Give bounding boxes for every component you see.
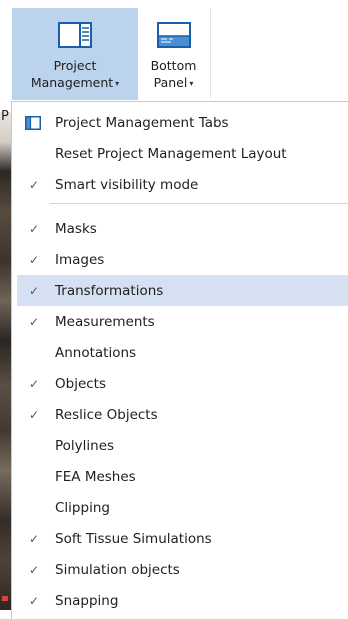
checkmark-icon: ✓ bbox=[28, 376, 40, 391]
menu-item-annotations[interactable]: Annotations bbox=[17, 337, 348, 368]
checkmark-icon: ✓ bbox=[28, 252, 40, 267]
menu-item-simulation-objects[interactable]: ✓ Simulation objects bbox=[17, 554, 348, 585]
checkmark-icon: ✓ bbox=[28, 177, 40, 192]
menu-item-smart-visibility-mode[interactable]: ✓ Smart visibility mode bbox=[17, 169, 348, 200]
bottom-panel-icon bbox=[156, 20, 191, 50]
menu-separator bbox=[50, 203, 348, 204]
menu-item-measurements[interactable]: ✓ Measurements bbox=[17, 306, 348, 337]
project-management-line2: Management bbox=[30, 75, 114, 90]
menu-item-masks[interactable]: ✓ Masks bbox=[17, 213, 348, 244]
menu-item-label: Masks bbox=[55, 220, 97, 237]
menu-item-label: Polylines bbox=[55, 437, 115, 454]
checkmark-icon: ✓ bbox=[28, 531, 40, 546]
menu-item-snapping[interactable]: ✓ Snapping bbox=[17, 585, 348, 616]
panel-tabs-icon bbox=[25, 115, 41, 134]
menu-item-label: Project Management Tabs bbox=[55, 114, 229, 131]
checkmark-icon: ✓ bbox=[28, 314, 40, 329]
menu-item-label: Smart visibility mode bbox=[55, 176, 199, 193]
menu-item-transformations[interactable]: ✓ Transformations bbox=[17, 275, 348, 306]
menu-item-label: Measurements bbox=[55, 313, 155, 330]
menu-item-label: Reset Project Management Layout bbox=[55, 145, 287, 162]
project-management-dropdown-menu: Project Management Tabs Reset Project Ma… bbox=[11, 101, 348, 619]
chevron-down-icon: ▾ bbox=[189, 79, 194, 88]
menu-item-label: Snapping bbox=[55, 592, 119, 609]
menu-item-project-management-tabs[interactable]: Project Management Tabs bbox=[17, 107, 348, 138]
ribbon-divider bbox=[210, 8, 211, 98]
menu-item-label: Reslice Objects bbox=[55, 406, 158, 423]
menu-item-label: Objects bbox=[55, 375, 107, 392]
menu-item-images[interactable]: ✓ Images bbox=[17, 244, 348, 275]
project-management-label: Project Management ▾ bbox=[31, 57, 119, 92]
menu-item-soft-tissue-simulations[interactable]: ✓ Soft Tissue Simulations bbox=[17, 523, 348, 554]
menu-item-label: FEA Meshes bbox=[55, 468, 136, 485]
menu-item-reslice-objects[interactable]: ✓ Reslice Objects bbox=[17, 399, 348, 430]
menu-item-clipping[interactable]: Clipping bbox=[17, 492, 348, 523]
background-image-strip bbox=[0, 112, 11, 610]
menu-item-objects[interactable]: ✓ Objects bbox=[17, 368, 348, 399]
checkmark-icon: ✓ bbox=[28, 407, 40, 422]
background-red-marker bbox=[2, 596, 8, 601]
checkmark-icon: ✓ bbox=[28, 283, 40, 298]
menu-item-polylines[interactable]: Polylines bbox=[17, 430, 348, 461]
bottom-panel-label: Bottom Panel ▾ bbox=[151, 57, 197, 92]
menu-item-label: Simulation objects bbox=[55, 561, 180, 578]
checkmark-icon: ✓ bbox=[28, 593, 40, 608]
menu-item-reset-layout[interactable]: Reset Project Management Layout bbox=[17, 138, 348, 169]
chevron-down-icon: ▾ bbox=[115, 79, 120, 88]
menu-item-label: Images bbox=[55, 251, 105, 268]
menu-item-fea-meshes[interactable]: FEA Meshes bbox=[17, 461, 348, 492]
menu-item-label: Transformations bbox=[55, 282, 164, 299]
ribbon: Project Management ▾ Bottom Panel ▾ bbox=[0, 0, 348, 101]
menu-item-label: Soft Tissue Simulations bbox=[55, 530, 212, 547]
bottom-panel-line1: Bottom bbox=[150, 58, 197, 73]
checkmark-icon: ✓ bbox=[28, 562, 40, 577]
background-partial-text: P bbox=[1, 109, 9, 124]
project-management-button[interactable]: Project Management ▾ bbox=[12, 8, 138, 100]
bottom-panel-button[interactable]: Bottom Panel ▾ bbox=[141, 8, 206, 100]
project-management-panel-icon bbox=[58, 20, 92, 50]
checkmark-icon: ✓ bbox=[28, 221, 40, 236]
menu-item-label: Annotations bbox=[55, 344, 137, 361]
project-management-line1: Project bbox=[53, 58, 97, 73]
bottom-panel-line2: Panel bbox=[153, 75, 188, 90]
menu-item-label: Clipping bbox=[55, 499, 110, 516]
